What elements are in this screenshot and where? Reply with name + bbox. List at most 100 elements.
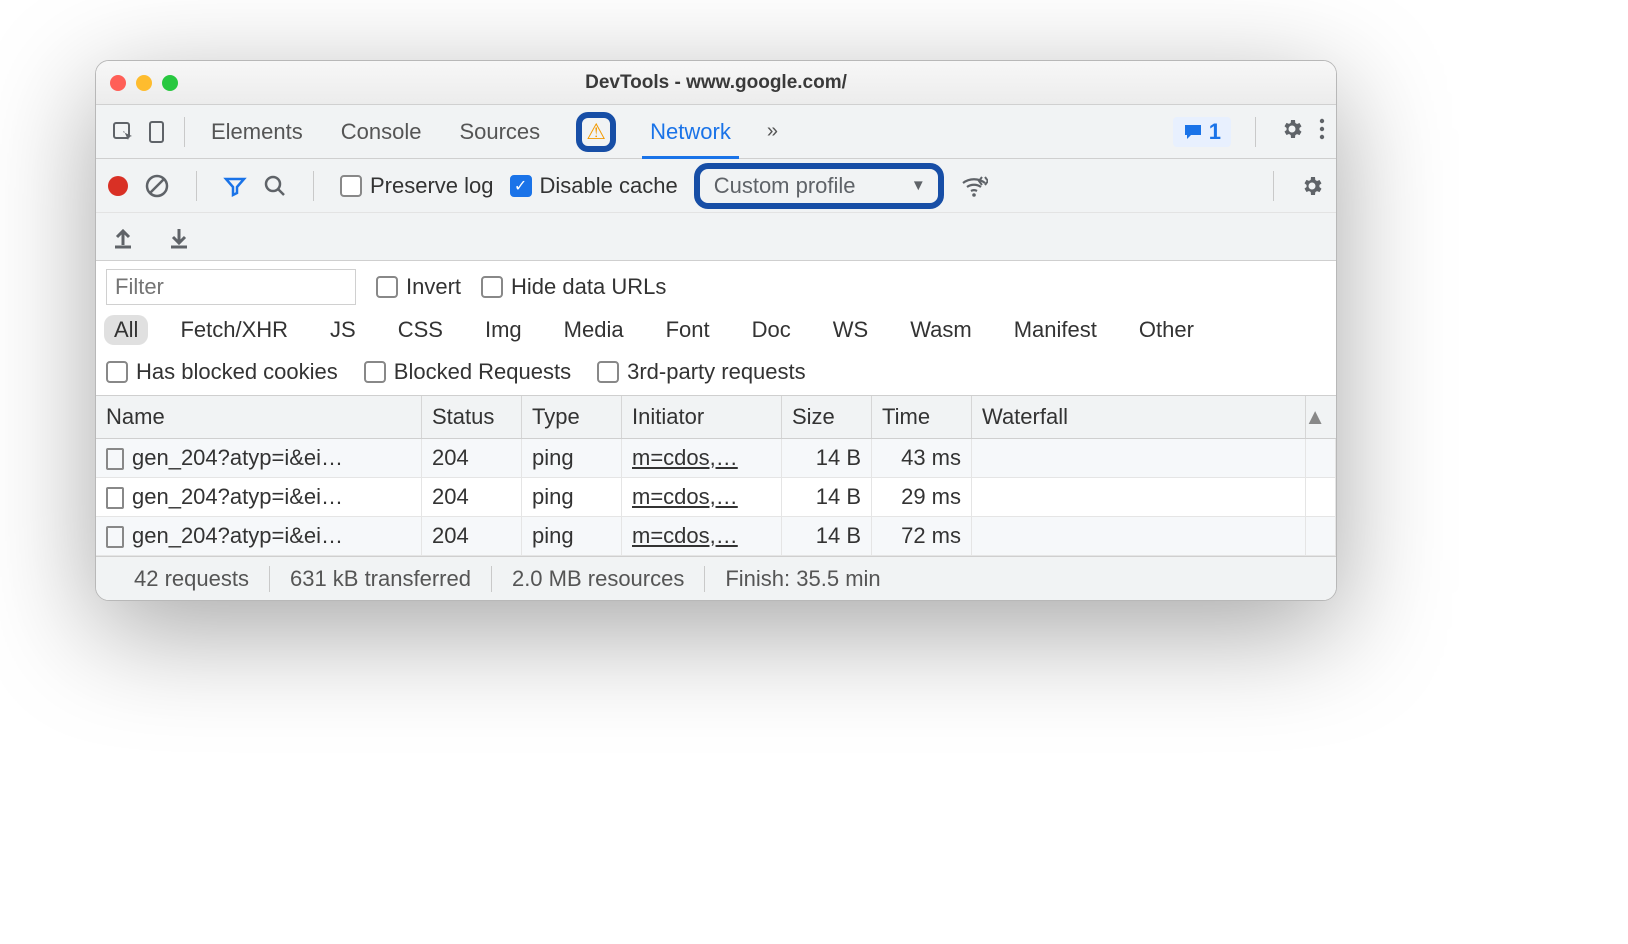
cell-initiator[interactable]: m=cdos,… <box>622 478 782 516</box>
col-type[interactable]: Type <box>522 396 622 438</box>
requests-table: Name Status Type Initiator Size Time Wat… <box>96 396 1336 556</box>
col-name[interactable]: Name <box>96 396 422 438</box>
cell-name: gen_204?atyp=i&ei… <box>96 439 422 477</box>
close-window-button[interactable] <box>110 75 126 91</box>
has-blocked-cookies-checkbox[interactable]: Has blocked cookies <box>106 359 338 385</box>
col-time[interactable]: Time <box>872 396 972 438</box>
chevron-down-icon: ▼ <box>911 177 926 194</box>
cell-initiator[interactable]: m=cdos,… <box>622 517 782 555</box>
status-bar: 42 requests 631 kB transferred 2.0 MB re… <box>96 556 1336 600</box>
search-icon[interactable] <box>263 174 287 198</box>
disable-cache-checkbox[interactable]: ✓ Disable cache <box>510 173 678 199</box>
cell-status: 204 <box>422 517 522 555</box>
network-settings-icon[interactable] <box>1300 174 1324 198</box>
type-other[interactable]: Other <box>1129 315 1204 345</box>
more-tabs-icon[interactable]: » <box>767 120 778 143</box>
zoom-window-button[interactable] <box>162 75 178 91</box>
blocked-requests-checkbox[interactable]: Blocked Requests <box>364 359 571 385</box>
cell-gutter <box>1306 478 1336 516</box>
sort-indicator-icon: ▲ <box>1306 396 1336 438</box>
export-har-icon[interactable] <box>112 225 134 249</box>
cell-type: ping <box>522 517 622 555</box>
type-doc[interactable]: Doc <box>742 315 801 345</box>
type-css[interactable]: CSS <box>388 315 453 345</box>
status-resources: 2.0 MB resources <box>492 566 705 592</box>
tab-elements[interactable]: Elements <box>209 105 305 159</box>
table-row[interactable]: gen_204?atyp=i&ei…204pingm=cdos,…14 B72 … <box>96 517 1336 556</box>
type-manifest[interactable]: Manifest <box>1004 315 1107 345</box>
checkbox-icon <box>597 361 619 383</box>
checkbox-icon <box>481 276 503 298</box>
type-img[interactable]: Img <box>475 315 532 345</box>
cell-time: 29 ms <box>872 478 972 516</box>
device-toolbar-icon[interactable] <box>140 120 174 144</box>
more-options-icon[interactable] <box>1318 118 1326 146</box>
col-size[interactable]: Size <box>782 396 872 438</box>
table-row[interactable]: gen_204?atyp=i&ei…204pingm=cdos,…14 B29 … <box>96 478 1336 517</box>
issues-count: 1 <box>1209 119 1221 145</box>
status-transferred: 631 kB transferred <box>270 566 492 592</box>
type-all[interactable]: All <box>104 315 148 345</box>
separator <box>1273 171 1274 201</box>
col-initiator[interactable]: Initiator <box>622 396 782 438</box>
throttling-select[interactable]: Custom profile ▼ <box>694 163 944 209</box>
cell-status: 204 <box>422 478 522 516</box>
table-row[interactable]: gen_204?atyp=i&ei…204pingm=cdos,…14 B43 … <box>96 439 1336 478</box>
preserve-log-checkbox[interactable]: Preserve log <box>340 173 494 199</box>
type-wasm[interactable]: Wasm <box>900 315 982 345</box>
blocked-requests-label: Blocked Requests <box>394 359 571 385</box>
third-party-label: 3rd-party requests <box>627 359 806 385</box>
record-button[interactable] <box>108 176 128 196</box>
col-waterfall[interactable]: Waterfall <box>972 396 1306 438</box>
status-finish: Finish: 35.5 min <box>705 566 900 592</box>
window-title: DevTools - www.google.com/ <box>96 72 1336 94</box>
cell-size: 14 B <box>782 517 872 555</box>
disable-cache-label: Disable cache <box>540 173 678 199</box>
type-font[interactable]: Font <box>656 315 720 345</box>
separator <box>1255 117 1256 147</box>
resource-type-filter: All Fetch/XHR JS CSS Img Media Font Doc … <box>96 309 1336 353</box>
status-requests: 42 requests <box>114 566 270 592</box>
cell-initiator[interactable]: m=cdos,… <box>622 439 782 477</box>
document-icon <box>106 448 124 470</box>
separator <box>196 171 197 201</box>
type-ws[interactable]: WS <box>823 315 878 345</box>
clear-button[interactable] <box>144 173 170 199</box>
type-js[interactable]: JS <box>320 315 366 345</box>
col-status[interactable]: Status <box>422 396 522 438</box>
issues-badge[interactable]: 1 <box>1173 117 1231 147</box>
type-fetch-xhr[interactable]: Fetch/XHR <box>170 315 298 345</box>
checkbox-icon <box>106 361 128 383</box>
cell-type: ping <box>522 439 622 477</box>
settings-icon[interactable] <box>1280 117 1304 147</box>
filter-bar: Invert Hide data URLs <box>96 261 1336 309</box>
throttling-warning-icon: ⚠ <box>576 112 616 152</box>
main-toolbar: Elements Console Sources ⚠ Network » 1 <box>96 105 1336 159</box>
minimize-window-button[interactable] <box>136 75 152 91</box>
hide-data-urls-checkbox[interactable]: Hide data URLs <box>481 274 666 300</box>
preserve-log-label: Preserve log <box>370 173 494 199</box>
checkbox-icon <box>376 276 398 298</box>
cell-type: ping <box>522 478 622 516</box>
hide-data-urls-label: Hide data URLs <box>511 274 666 300</box>
devtools-window: DevTools - www.google.com/ Elements Cons… <box>95 60 1337 601</box>
network-conditions-icon[interactable] <box>960 174 988 198</box>
tab-sources[interactable]: Sources <box>457 105 542 159</box>
import-har-icon[interactable] <box>168 225 190 249</box>
filter-input[interactable] <box>106 269 356 305</box>
invert-checkbox[interactable]: Invert <box>376 274 461 300</box>
table-header: Name Status Type Initiator Size Time Wat… <box>96 396 1336 439</box>
tab-network[interactable]: Network <box>648 105 733 159</box>
inspect-element-icon[interactable] <box>106 120 140 144</box>
checkbox-icon <box>364 361 386 383</box>
cell-status: 204 <box>422 439 522 477</box>
throttling-value: Custom profile <box>714 173 856 199</box>
cell-gutter <box>1306 439 1336 477</box>
third-party-checkbox[interactable]: 3rd-party requests <box>597 359 806 385</box>
document-icon <box>106 526 124 548</box>
tab-console[interactable]: Console <box>339 105 424 159</box>
filter-toggle-icon[interactable] <box>223 174 247 198</box>
titlebar: DevTools - www.google.com/ <box>96 61 1336 105</box>
type-media[interactable]: Media <box>554 315 634 345</box>
cell-waterfall <box>972 517 1306 555</box>
